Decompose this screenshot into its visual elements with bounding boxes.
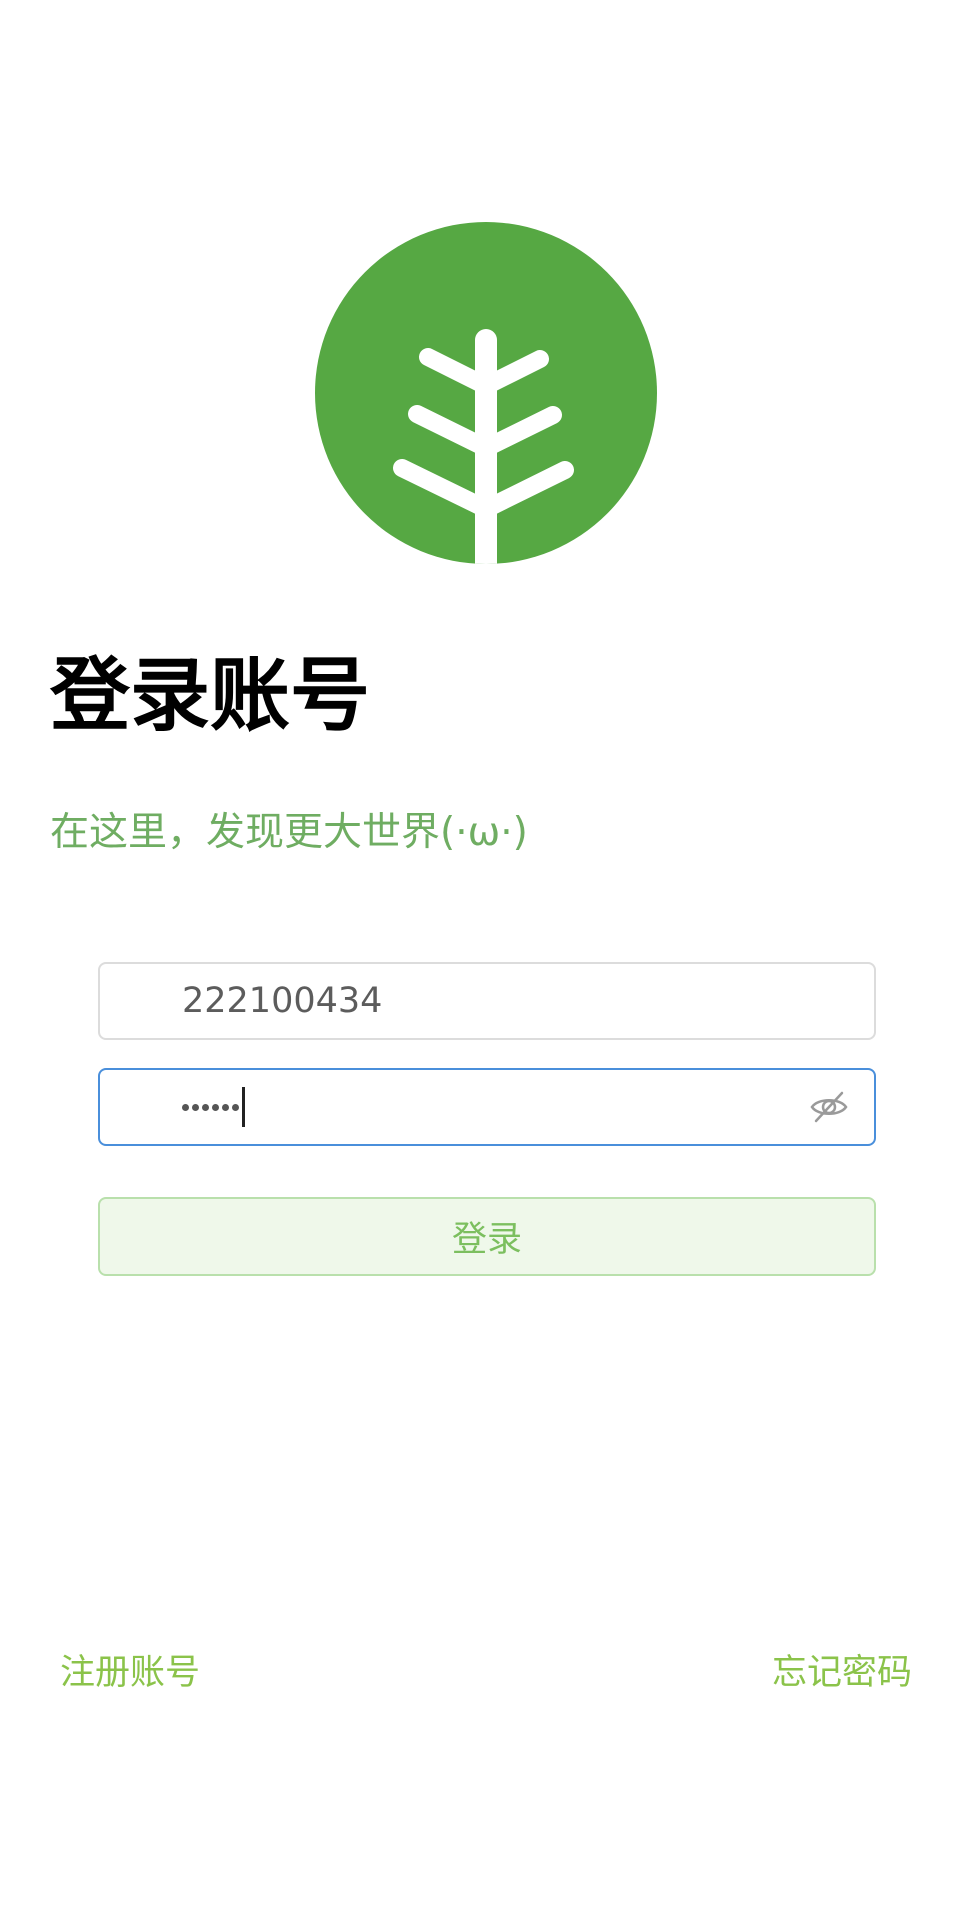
text-caret [242, 1087, 245, 1127]
password-dot [182, 1103, 189, 1111]
password-dot [212, 1103, 219, 1111]
login-button[interactable]: 登录 [98, 1197, 876, 1276]
password-mask [182, 1103, 239, 1111]
password-dot [192, 1103, 199, 1111]
username-value: 222100434 [182, 981, 383, 1021]
password-field[interactable] [98, 1068, 876, 1146]
register-link[interactable]: 注册账号 [60, 1650, 200, 1696]
password-value [182, 1070, 245, 1144]
tree-logo-icon [315, 222, 657, 564]
forgot-password-link[interactable]: 忘记密码 [772, 1650, 912, 1696]
password-dot [222, 1103, 229, 1111]
page-subtitle: 在这里，发现更大世界(·ω·) [50, 810, 528, 855]
password-dot [232, 1103, 239, 1111]
app-logo [315, 222, 657, 564]
eye-off-icon[interactable] [808, 1086, 850, 1128]
password-dot [202, 1103, 209, 1111]
page-title: 登录账号 [50, 649, 370, 742]
username-field[interactable]: 222100434 [98, 962, 876, 1040]
